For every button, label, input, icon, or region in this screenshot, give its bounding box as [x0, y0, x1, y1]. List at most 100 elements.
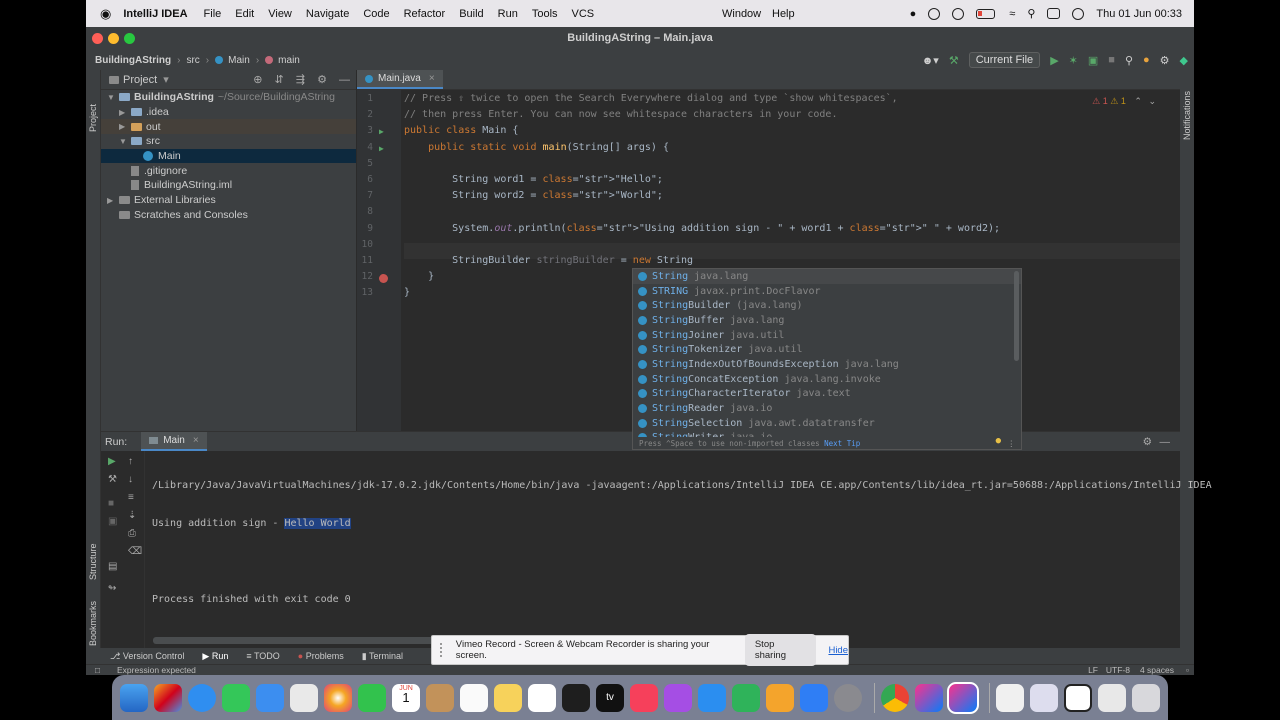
menu-refactor[interactable]: Refactor — [404, 8, 446, 20]
facetime-icon[interactable] — [358, 683, 386, 712]
version-control-tab[interactable]: ⎇ Version Control — [110, 651, 184, 662]
chevron-right-icon[interactable]: ▶ — [119, 108, 131, 117]
completion-item[interactable]: String java.lang — [633, 269, 1021, 284]
menu-run[interactable]: Run — [498, 8, 518, 20]
tree-item[interactable]: ▼ BuildingAString ~/Source/BuildingAString — [101, 90, 356, 105]
scroll-down-icon[interactable]: ↓ — [128, 474, 133, 485]
terminal-app-icon[interactable] — [562, 683, 590, 712]
tree-item[interactable]: .gitignore — [101, 163, 356, 178]
chevron-right-icon[interactable]: ▶ — [119, 122, 131, 131]
calendar-icon[interactable]: JUN 1 — [392, 683, 420, 712]
messages-icon[interactable] — [222, 683, 250, 712]
siri-icon[interactable] — [1072, 7, 1085, 20]
control-center-icon[interactable] — [1047, 8, 1061, 19]
status-toggle-icon[interactable]: □ — [95, 665, 100, 675]
lightbulb-icon[interactable]: ● — [996, 436, 1001, 446]
clock[interactable]: Thu 01 Jun 00:33 — [1096, 8, 1182, 20]
layout-icon[interactable]: ▤ — [108, 561, 117, 572]
print-icon[interactable]: ⎙ — [128, 528, 136, 539]
structure-tool-tab[interactable]: Structure — [88, 543, 98, 580]
run-tab[interactable]: ▶ Run — [202, 651, 228, 662]
soft-wrap-icon[interactable]: ≡ — [128, 492, 134, 503]
error-marker-icon[interactable] — [379, 274, 388, 284]
pages-icon[interactable] — [766, 683, 794, 712]
hide-panel-icon[interactable]: — — [1160, 436, 1171, 448]
bookmarks-tool-tab[interactable]: Bookmarks — [88, 601, 98, 646]
file-encoding[interactable]: UTF-8 — [1106, 665, 1130, 675]
build-hammer-icon[interactable]: ⚒ — [949, 54, 959, 67]
run-tab-main[interactable]: Main × — [141, 432, 207, 451]
safari-icon[interactable] — [188, 683, 216, 712]
mail-icon[interactable] — [256, 683, 284, 712]
podcasts-icon[interactable] — [664, 683, 692, 712]
tree-item[interactable]: ▼ src — [101, 134, 356, 149]
keynote-icon[interactable] — [698, 683, 726, 712]
scroll-to-end-icon[interactable]: ⇣ — [128, 510, 136, 521]
apple-tv-icon[interactable]: tv — [596, 683, 624, 712]
scroll-up-icon[interactable]: ↑ — [128, 456, 133, 467]
console-output[interactable]: /Library/Java/JavaVirtualMachines/jdk-17… — [152, 456, 1212, 636]
play-icon[interactable] — [952, 7, 965, 20]
tree-item[interactable]: Scratches and Consoles — [101, 208, 356, 223]
breadcrumb-method[interactable]: main — [278, 55, 300, 66]
finder-icon[interactable] — [120, 683, 148, 712]
line-separator[interactable]: LF — [1088, 665, 1098, 675]
settings-icon[interactable]: ⚙ — [1160, 54, 1170, 67]
breadcrumb-project[interactable]: BuildingAString — [95, 55, 171, 66]
completion-item[interactable]: String Joiner java.util — [633, 328, 1021, 343]
completion-item[interactable]: STRING javax.print.DocFlavor — [633, 284, 1021, 299]
launchpad-icon[interactable] — [154, 683, 182, 712]
tree-item[interactable]: BuildingAString.iml — [101, 178, 356, 193]
jetbrains-logo-icon[interactable]: ◆ — [1180, 54, 1188, 67]
completion-item[interactable]: String CharacterIterator java.text — [633, 387, 1021, 402]
chevron-down-icon[interactable]: ▼ — [119, 137, 131, 146]
menu-file[interactable]: File — [204, 8, 222, 20]
window-thumbnail-icon[interactable] — [1064, 683, 1092, 712]
problems-tab[interactable]: ● Problems — [298, 651, 344, 661]
completion-item[interactable]: String ConcatException java.lang.invoke — [633, 372, 1021, 387]
reminders-icon[interactable] — [460, 683, 488, 712]
run-gutter-icon[interactable]: ▶ — [379, 127, 384, 136]
search-icon[interactable]: ⚲ — [1027, 7, 1035, 20]
chevron-down-icon[interactable]: ▼ — [107, 93, 119, 102]
stop-sharing-button[interactable]: Stop sharing — [744, 634, 817, 666]
user-icon[interactable]: ☻▾ — [922, 54, 939, 67]
tab-main-java[interactable]: Main.java × — [357, 70, 443, 89]
run-gutter-icon[interactable]: ▶ — [379, 144, 384, 153]
battery-icon[interactable] — [976, 8, 996, 19]
run-configuration-select[interactable]: Current File — [968, 52, 1041, 68]
menu-tools[interactable]: Tools — [532, 8, 558, 20]
menu-build[interactable]: Build — [459, 8, 483, 20]
maps-icon[interactable] — [290, 683, 318, 712]
microphone-icon[interactable]: ● — [910, 8, 917, 20]
completion-item[interactable]: String Tokenizer java.util — [633, 342, 1021, 357]
notes-icon[interactable] — [494, 683, 522, 712]
apple-menu-icon[interactable]: ◉ — [100, 6, 111, 22]
collapse-all-icon[interactable]: ⇶ — [296, 74, 305, 86]
music-icon[interactable] — [630, 683, 658, 712]
photos-icon[interactable] — [324, 683, 352, 712]
hide-link[interactable]: Hide — [828, 645, 848, 656]
project-view-select[interactable]: Project — [123, 74, 157, 86]
folder-stack-icon[interactable] — [1098, 683, 1126, 712]
wrench-icon[interactable]: ⚒ — [108, 474, 117, 485]
chevron-right-icon[interactable]: ▶ — [107, 196, 119, 205]
breadcrumb-class[interactable]: Main — [228, 55, 250, 66]
record-icon[interactable] — [928, 7, 941, 20]
menu-edit[interactable]: Edit — [235, 8, 254, 20]
search-everywhere-icon[interactable]: ⚲ — [1125, 54, 1133, 67]
minimize-window-button[interactable] — [108, 33, 119, 44]
run-icon[interactable]: ▶ — [1050, 54, 1058, 67]
trash-icon[interactable]: ⌫ — [128, 546, 142, 557]
lock-icon[interactable]: ▫ — [1186, 665, 1189, 675]
close-window-button[interactable] — [92, 33, 103, 44]
chevron-down-icon[interactable]: ▾ — [163, 73, 169, 86]
menu-vcs[interactable]: VCS — [572, 8, 595, 20]
coverage-icon[interactable]: ▣ — [1088, 54, 1098, 67]
menu-view[interactable]: View — [268, 8, 292, 20]
drag-handle[interactable] — [440, 643, 448, 657]
locate-icon[interactable]: ⊕ — [253, 74, 262, 86]
close-tab-icon[interactable]: × — [429, 73, 435, 84]
completion-item[interactable]: String Buffer java.lang — [633, 313, 1021, 328]
menu-window[interactable]: Window — [722, 8, 761, 20]
